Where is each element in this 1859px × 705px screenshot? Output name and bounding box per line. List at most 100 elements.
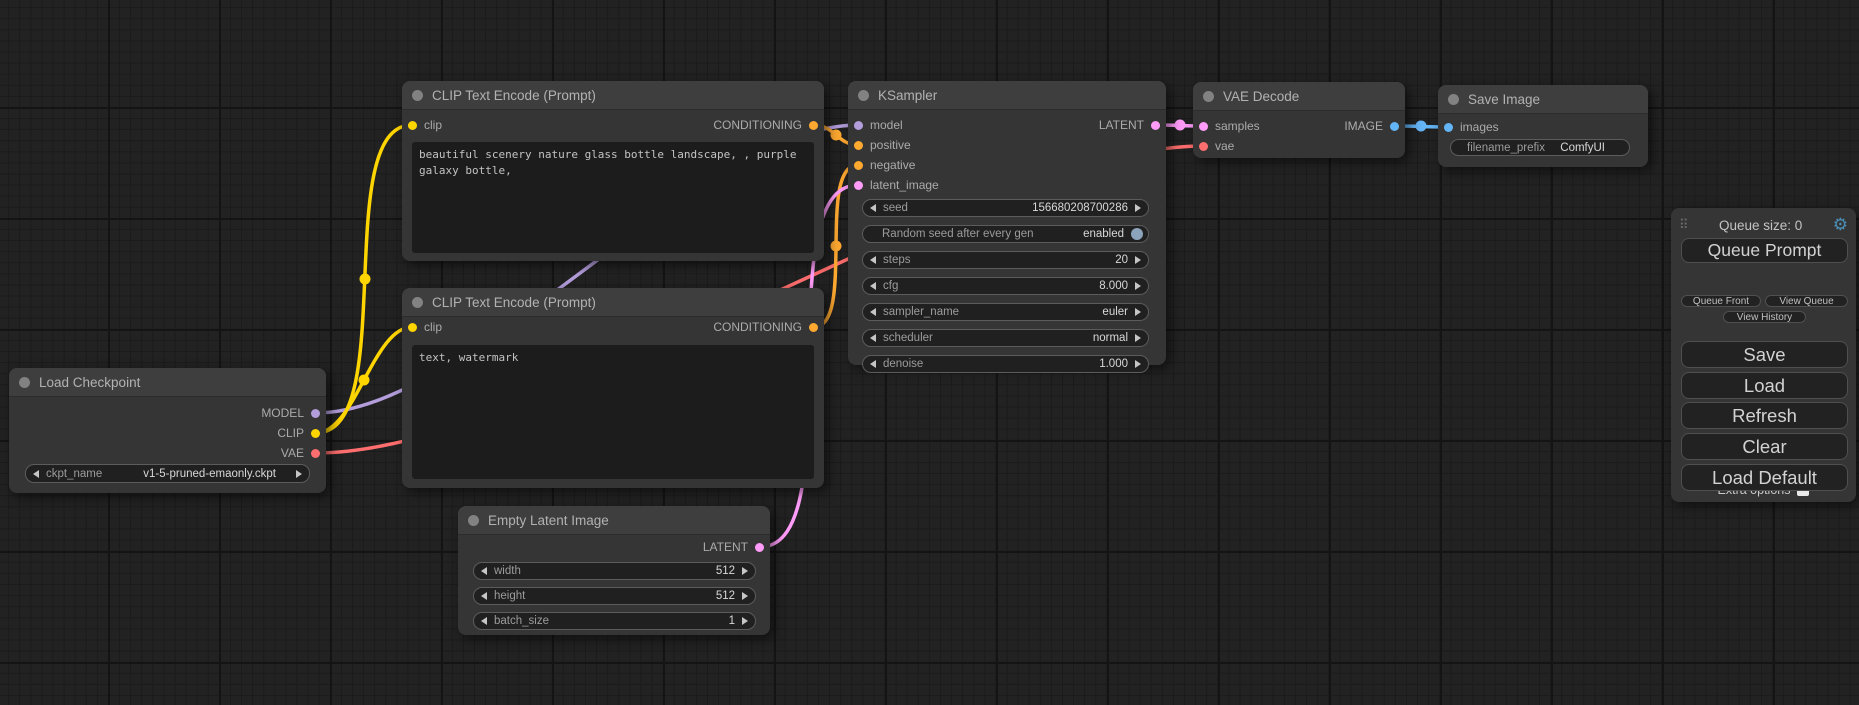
input-label: latent_image: [870, 178, 939, 192]
node-title-bar[interactable]: CLIP Text Encode (Prompt): [402, 81, 824, 110]
right-arrow-icon[interactable]: [1135, 308, 1141, 316]
node-empty-latent-image[interactable]: Empty Latent Image LATENT width 512 heig…: [458, 506, 770, 635]
view-history-button[interactable]: View History: [1723, 311, 1806, 323]
clip-input-port[interactable]: [408, 121, 417, 130]
prompt-textarea[interactable]: text, watermark: [412, 345, 814, 479]
right-arrow-icon[interactable]: [296, 470, 302, 478]
collapse-dot-icon[interactable]: [468, 515, 479, 526]
samples-input-port[interactable]: [1199, 122, 1208, 131]
left-arrow-icon[interactable]: [33, 470, 39, 478]
collapse-dot-icon[interactable]: [412, 297, 423, 308]
drag-handle-icon[interactable]: ⠿: [1679, 220, 1689, 230]
node-title-bar[interactable]: Save Image: [1438, 85, 1648, 114]
node-title: VAE Decode: [1223, 89, 1299, 104]
left-arrow-icon[interactable]: [870, 334, 876, 342]
prompt-textarea[interactable]: beautiful scenery nature glass bottle la…: [412, 142, 814, 253]
positive-input-port[interactable]: [854, 141, 863, 150]
conditioning-output-port[interactable]: [809, 121, 818, 130]
node-graph-canvas[interactable]: Load Checkpoint MODEL CLIP VAE ckpt_name…: [0, 0, 1859, 705]
left-arrow-icon[interactable]: [870, 360, 876, 368]
conditioning-output-port[interactable]: [809, 323, 818, 332]
link-midpoint-dot: [360, 274, 371, 285]
widget-value: euler: [1102, 306, 1128, 318]
output-label: VAE: [281, 446, 304, 460]
output-label: CONDITIONING: [713, 118, 802, 132]
left-arrow-icon[interactable]: [481, 567, 487, 575]
node-clip-text-encode-positive[interactable]: CLIP Text Encode (Prompt) clip CONDITION…: [402, 81, 824, 261]
clear-button[interactable]: Clear: [1681, 433, 1848, 460]
node-title-bar[interactable]: KSampler: [848, 81, 1166, 110]
denoise-widget[interactable]: denoise 1.000: [862, 355, 1149, 373]
right-arrow-icon[interactable]: [742, 567, 748, 575]
vae-output-port[interactable]: [311, 449, 320, 458]
collapse-dot-icon[interactable]: [858, 90, 869, 101]
negative-input-port[interactable]: [854, 161, 863, 170]
collapse-dot-icon[interactable]: [1203, 91, 1214, 102]
scheduler-widget[interactable]: scheduler normal: [862, 329, 1149, 347]
collapse-dot-icon[interactable]: [19, 377, 30, 388]
steps-widget[interactable]: steps 20: [862, 251, 1149, 269]
node-title-bar[interactable]: CLIP Text Encode (Prompt): [402, 288, 824, 317]
left-arrow-icon[interactable]: [870, 204, 876, 212]
latent-image-input-port[interactable]: [854, 181, 863, 190]
link-midpoint-dot: [831, 130, 842, 141]
sampler-name-widget[interactable]: sampler_name euler: [862, 303, 1149, 321]
width-widget[interactable]: width 512: [473, 562, 756, 580]
left-arrow-icon[interactable]: [481, 592, 487, 600]
queue-front-button[interactable]: Queue Front: [1681, 295, 1761, 307]
image-output-port[interactable]: [1390, 122, 1399, 131]
right-arrow-icon[interactable]: [1135, 256, 1141, 264]
output-label: IMAGE: [1344, 119, 1383, 133]
node-load-checkpoint[interactable]: Load Checkpoint MODEL CLIP VAE ckpt_name…: [9, 368, 326, 493]
widget-label: seed: [883, 202, 908, 214]
filename-prefix-widget[interactable]: filename_prefix ComfyUI: [1450, 139, 1630, 156]
node-title: CLIP Text Encode (Prompt): [432, 295, 596, 310]
right-arrow-icon[interactable]: [742, 617, 748, 625]
clip-output-port[interactable]: [311, 429, 320, 438]
latent-output-port[interactable]: [1151, 121, 1160, 130]
toggle-circle-icon[interactable]: [1131, 228, 1143, 240]
refresh-button[interactable]: Refresh: [1681, 402, 1848, 429]
view-queue-button[interactable]: View Queue: [1765, 295, 1848, 307]
cfg-widget[interactable]: cfg 8.000: [862, 277, 1149, 295]
node-clip-text-encode-negative[interactable]: CLIP Text Encode (Prompt) clip CONDITION…: [402, 288, 824, 488]
clip-input-port[interactable]: [408, 323, 417, 332]
queue-prompt-button[interactable]: Queue Prompt: [1681, 238, 1848, 263]
widget-value: 8.000: [1099, 280, 1128, 292]
seed-widget[interactable]: seed 156680208700286: [862, 199, 1149, 217]
node-save-image[interactable]: Save Image images filename_prefix ComfyU…: [1438, 85, 1648, 167]
model-input-port[interactable]: [854, 121, 863, 130]
left-arrow-icon[interactable]: [870, 256, 876, 264]
right-arrow-icon[interactable]: [1135, 282, 1141, 290]
model-output-port[interactable]: [311, 409, 320, 418]
widget-value: ComfyUI: [1560, 142, 1605, 154]
settings-gear-icon[interactable]: ⚙: [1833, 217, 1848, 233]
widget-value: 156680208700286: [1032, 202, 1128, 214]
right-arrow-icon[interactable]: [1135, 204, 1141, 212]
height-widget[interactable]: height 512: [473, 587, 756, 605]
latent-output-port[interactable]: [755, 543, 764, 552]
left-arrow-icon[interactable]: [870, 308, 876, 316]
ckpt-name-widget[interactable]: ckpt_name v1-5-pruned-emaonly.ckpt: [25, 464, 310, 483]
left-arrow-icon[interactable]: [870, 282, 876, 290]
node-ksampler[interactable]: KSampler model LATENT positive negative …: [848, 81, 1166, 365]
load-button[interactable]: Load: [1681, 372, 1848, 399]
left-arrow-icon[interactable]: [481, 617, 487, 625]
random-seed-toggle-widget[interactable]: Random seed after every gen enabled: [862, 225, 1149, 243]
load-default-button[interactable]: Load Default: [1681, 464, 1848, 491]
images-input-port[interactable]: [1444, 123, 1453, 132]
widget-label: batch_size: [494, 615, 549, 627]
batch-size-widget[interactable]: batch_size 1: [473, 612, 756, 630]
vae-input-port[interactable]: [1199, 142, 1208, 151]
collapse-dot-icon[interactable]: [412, 90, 423, 101]
node-title-bar[interactable]: Empty Latent Image: [458, 506, 770, 535]
node-title-bar[interactable]: VAE Decode: [1193, 82, 1405, 111]
save-button[interactable]: Save: [1681, 341, 1848, 368]
right-arrow-icon[interactable]: [1135, 360, 1141, 368]
node-vae-decode[interactable]: VAE Decode samples IMAGE vae: [1193, 82, 1405, 158]
node-title-bar[interactable]: Load Checkpoint: [9, 368, 326, 397]
right-arrow-icon[interactable]: [742, 592, 748, 600]
input-label: model: [870, 118, 903, 132]
right-arrow-icon[interactable]: [1135, 334, 1141, 342]
collapse-dot-icon[interactable]: [1448, 94, 1459, 105]
